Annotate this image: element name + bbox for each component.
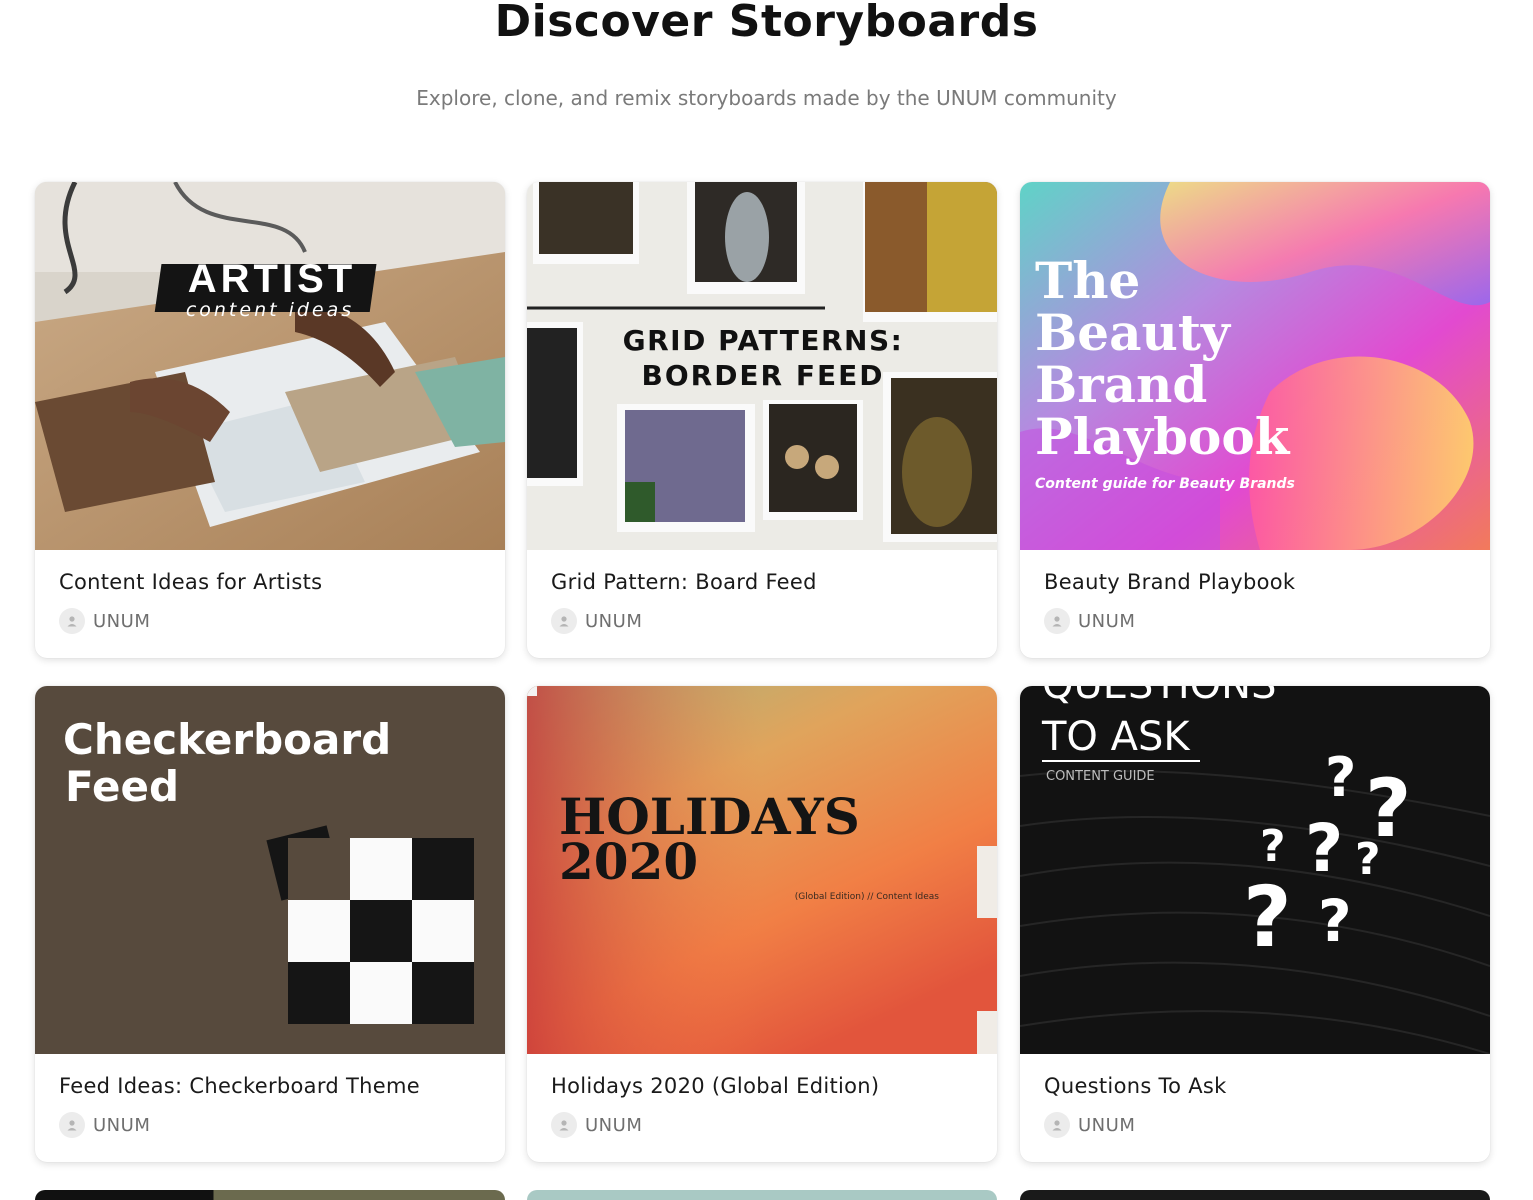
storyboard-card[interactable]: HOLIDAYS 2020 (Global Edition) // Conten… (527, 686, 997, 1162)
page-subtitle: Explore, clone, and remix storyboards ma… (416, 86, 1117, 110)
card-author: UNUM (1044, 608, 1135, 634)
card-author: UNUM (59, 608, 150, 634)
card-title[interactable]: Feed Ideas: Checkerboard Theme (59, 1074, 420, 1098)
card-title[interactable]: Beauty Brand Playbook (1044, 570, 1295, 594)
storyboard-card[interactable]: QUESTIONS TO ASK CONTENT GUIDE ? ? ? ? ?… (1020, 686, 1490, 1162)
user-avatar-icon (1044, 608, 1070, 634)
thumb-line1: The (1035, 251, 1140, 310)
thumb-line1: Checkerboard (63, 715, 391, 764)
card-author: UNUM (59, 1112, 150, 1138)
thumb-line1: QUESTIONS (1042, 686, 1276, 708)
card-thumbnail[interactable]: Checkerboard Feed (35, 686, 505, 1054)
author-name: UNUM (93, 610, 151, 632)
thumb-line2: Feed (65, 762, 179, 811)
card-title[interactable]: Questions To Ask (1044, 1074, 1227, 1098)
card-thumbnail[interactable]: GRID PATTERNS: BORDER FEED (527, 182, 997, 550)
thumb-caption: CONTENT GUIDE (1046, 769, 1155, 784)
user-avatar-icon (59, 608, 85, 634)
thumb-subheading: content ideas (186, 299, 354, 321)
user-avatar-icon (59, 1112, 85, 1138)
card-author: UNUM (1044, 1112, 1135, 1138)
next-card-peek[interactable] (1020, 1190, 1490, 1200)
thumb-line2: TO ASK (1041, 714, 1191, 760)
thumb-line1: GRID PATTERNS: (623, 324, 904, 357)
thumb-caption: Content guide for Beauty Brands (1035, 476, 1295, 492)
question-mark-icon: ? (1305, 810, 1343, 887)
card-author: UNUM (551, 1112, 642, 1138)
card-title[interactable]: Content Ideas for Artists (59, 570, 322, 594)
author-name: UNUM (585, 1114, 643, 1136)
page-title: Discover Storyboards (494, 0, 1039, 47)
thumb-line4: Playbook (1035, 407, 1291, 466)
question-mark-icon: ? (1260, 821, 1286, 872)
storyboard-card[interactable]: The Beauty Brand Playbook Content guide … (1020, 182, 1490, 658)
card-thumbnail[interactable]: The Beauty Brand Playbook Content guide … (1020, 182, 1490, 550)
user-avatar-icon (551, 608, 577, 634)
card-thumbnail[interactable]: ARTIST content ideas (35, 182, 505, 550)
storyboard-card[interactable]: GRID PATTERNS: BORDER FEED Grid Pattern:… (527, 182, 997, 658)
card-thumbnail[interactable]: QUESTIONS TO ASK CONTENT GUIDE ? ? ? ? ?… (1020, 686, 1490, 1054)
question-mark-icon: ? (1243, 868, 1292, 966)
thumb-heading: ARTIST (188, 257, 356, 301)
thumb-line2: 2020 (559, 832, 698, 891)
author-name: UNUM (585, 610, 643, 632)
card-title[interactable]: Grid Pattern: Board Feed (551, 570, 817, 594)
author-name: UNUM (1078, 610, 1136, 632)
thumb-caption: (Global Edition) // Content Ideas (795, 892, 940, 902)
author-name: UNUM (93, 1114, 151, 1136)
thumb-line2: BORDER FEED (641, 359, 884, 392)
question-mark-icon: ? (1355, 834, 1381, 885)
thumb-line2: Beauty (1035, 303, 1232, 362)
storyboard-card[interactable]: ARTIST content ideas Content Ideas for A… (35, 182, 505, 658)
card-thumbnail[interactable]: HOLIDAYS 2020 (Global Edition) // Conten… (527, 686, 997, 1054)
next-card-peek[interactable] (35, 1190, 505, 1200)
storyboard-card[interactable]: Checkerboard Feed Feed Ideas: Checkerboa… (35, 686, 505, 1162)
user-avatar-icon (1044, 1112, 1070, 1138)
card-author: UNUM (551, 608, 642, 634)
question-mark-icon: ? (1325, 746, 1356, 809)
author-name: UNUM (1078, 1114, 1136, 1136)
card-title[interactable]: Holidays 2020 (Global Edition) (551, 1074, 879, 1098)
user-avatar-icon (551, 1112, 577, 1138)
thumb-line3: Brand (1035, 355, 1207, 414)
question-mark-icon: ? (1318, 887, 1352, 955)
next-card-peek[interactable] (527, 1190, 997, 1200)
